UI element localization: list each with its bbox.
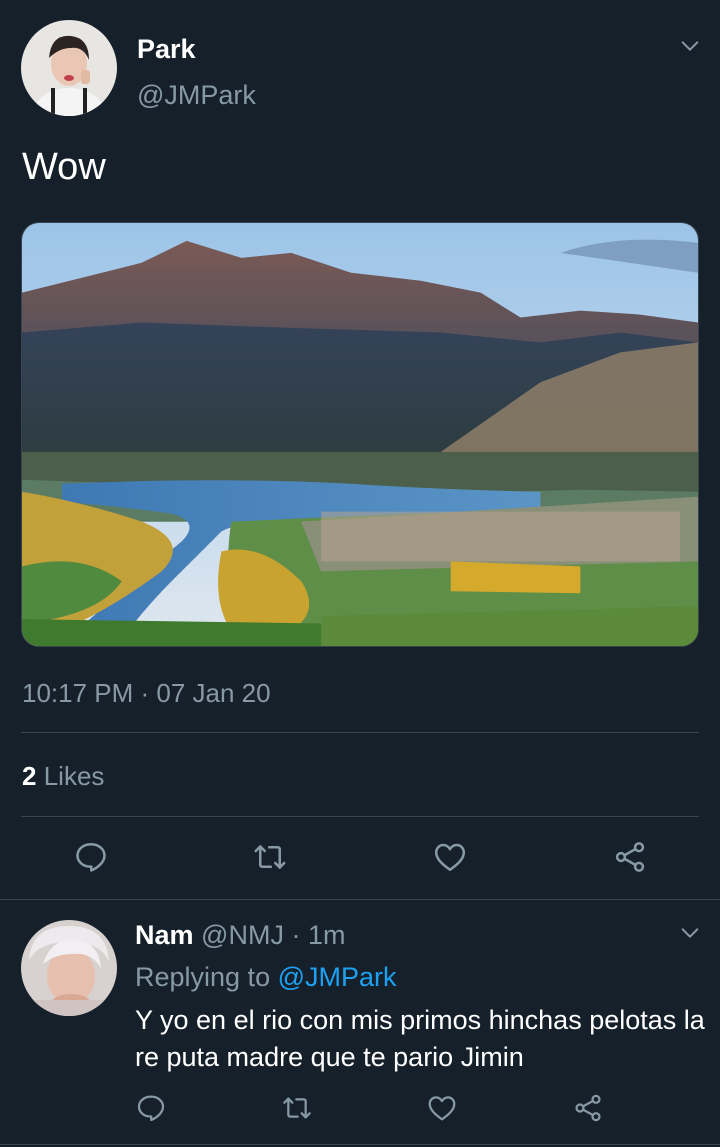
like-icon[interactable] bbox=[432, 839, 468, 875]
tweet-text: Wow bbox=[22, 146, 106, 188]
retweet-icon[interactable] bbox=[252, 839, 288, 875]
reply-author-name[interactable]: Nam bbox=[135, 920, 194, 950]
tweet-media-image[interactable] bbox=[21, 222, 699, 647]
reply-time[interactable]: 1m bbox=[308, 920, 346, 950]
author-name[interactable]: Park bbox=[137, 34, 196, 65]
chevron-down-icon[interactable] bbox=[679, 35, 701, 57]
reply-text: Y yo en el rio con mis primos hinchas pe… bbox=[135, 1005, 705, 1072]
tweet-timestamp[interactable]: 10:17 PM · 07 Jan 20 bbox=[22, 678, 271, 709]
reply-icon[interactable] bbox=[73, 839, 109, 875]
likes-number: 2 bbox=[22, 761, 37, 791]
reply-header: Nam @NMJ · 1m bbox=[135, 920, 346, 951]
divider bbox=[21, 816, 699, 817]
replying-to-prefix: Replying to bbox=[135, 962, 271, 992]
author-avatar[interactable] bbox=[21, 20, 117, 116]
avatar-image bbox=[21, 920, 117, 1016]
reply-separator: · bbox=[291, 920, 301, 950]
like-icon[interactable] bbox=[426, 1092, 458, 1124]
divider bbox=[0, 899, 720, 900]
reply-icon[interactable] bbox=[135, 1092, 167, 1124]
avatar-image bbox=[21, 20, 117, 116]
divider bbox=[21, 732, 699, 733]
landscape-photo bbox=[22, 223, 698, 646]
likes-label: Likes bbox=[43, 761, 105, 791]
likes-count[interactable]: 2 Likes bbox=[22, 761, 104, 792]
replying-to-line: Replying to @JMPark bbox=[135, 962, 397, 993]
reply-author-handle[interactable]: @NMJ bbox=[201, 920, 284, 950]
author-handle[interactable]: @JMPark bbox=[137, 80, 256, 111]
replying-to-link[interactable]: @JMPark bbox=[278, 962, 397, 992]
retweet-icon[interactable] bbox=[281, 1092, 313, 1124]
reply-author-avatar[interactable] bbox=[21, 920, 117, 1016]
share-icon[interactable] bbox=[572, 1092, 604, 1124]
divider bbox=[0, 1144, 720, 1145]
share-icon[interactable] bbox=[612, 839, 648, 875]
chevron-down-icon[interactable] bbox=[679, 922, 701, 944]
